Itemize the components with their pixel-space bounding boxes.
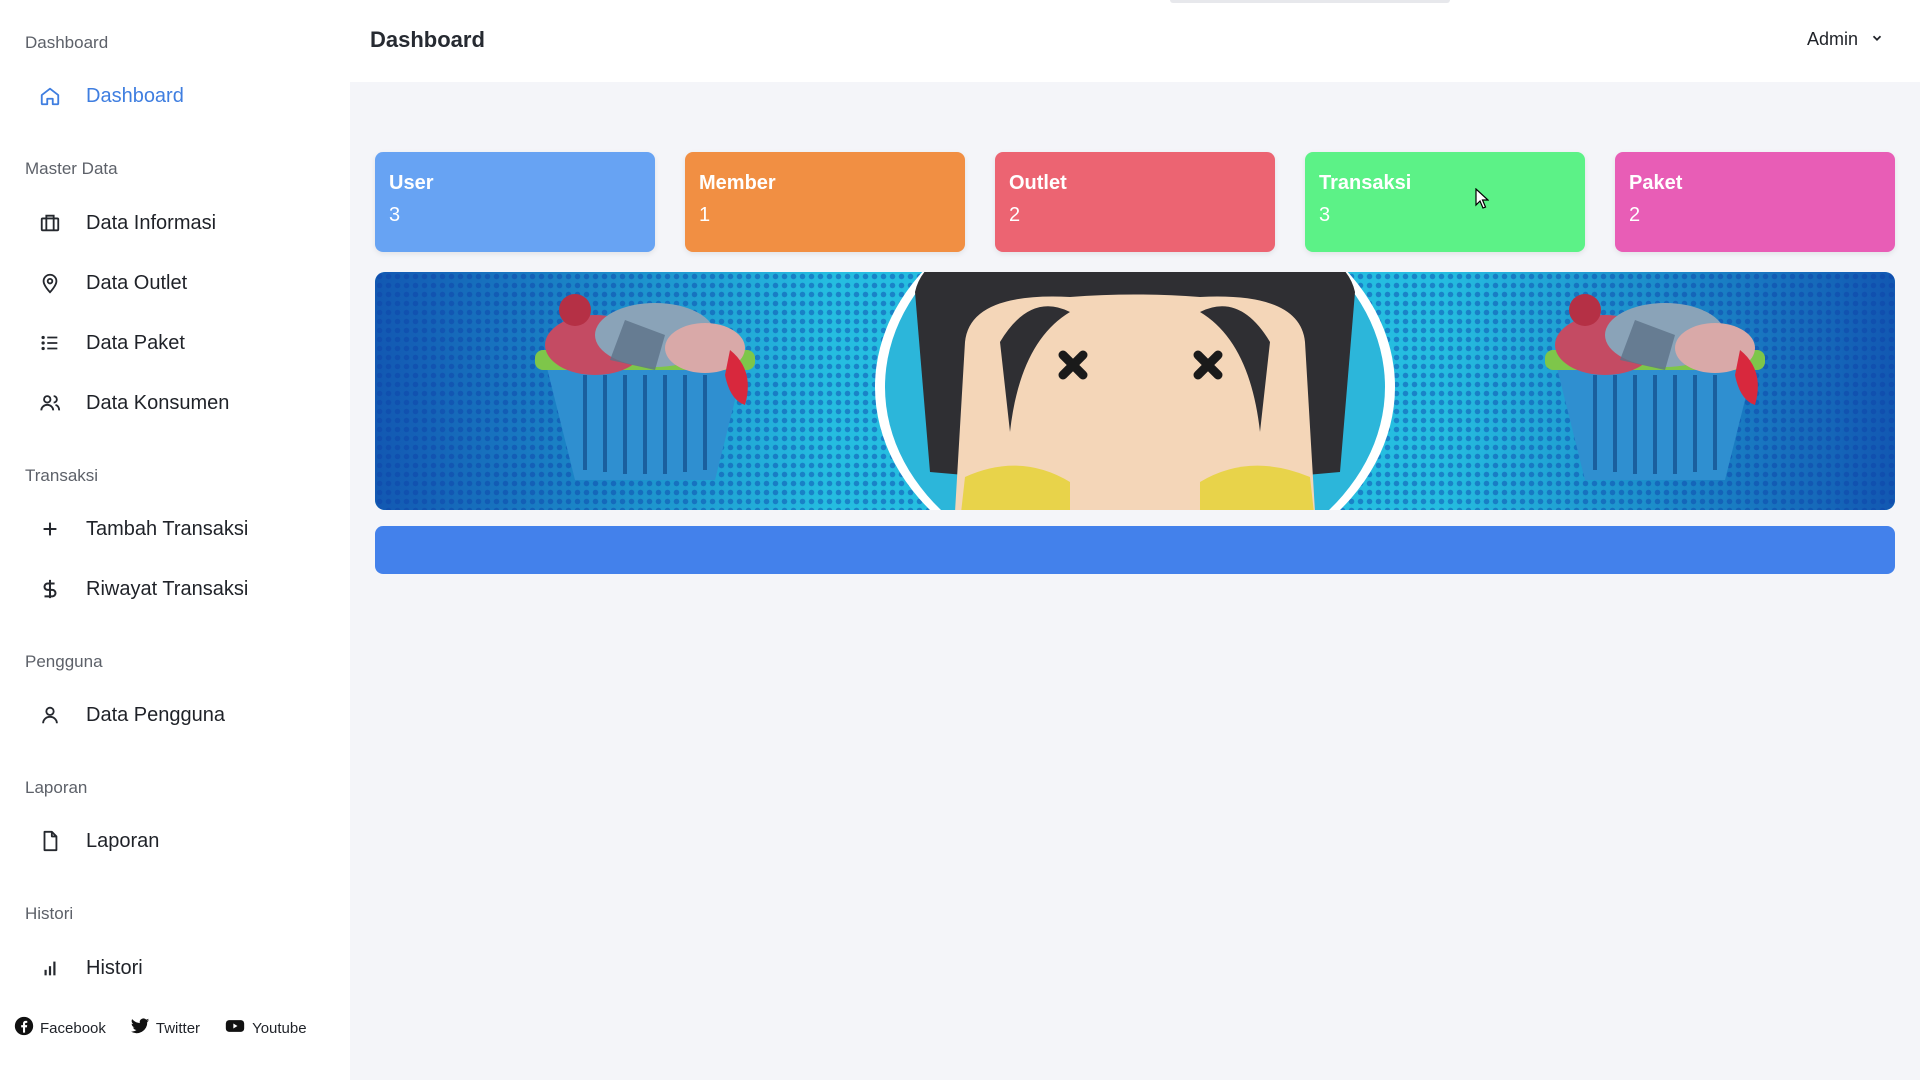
stat-card-user[interactable]: User 3 <box>375 152 655 252</box>
sidebar-item-data-konsumen[interactable]: Data Konsumen <box>24 381 324 425</box>
cartoon-girl-image <box>875 272 1395 510</box>
sidebar-item-dashboard[interactable]: Dashboard <box>24 74 324 118</box>
sidebar-item-data-informasi[interactable]: Data Informasi <box>24 201 324 245</box>
sidebar-item-data-pengguna[interactable]: Data Pengguna <box>24 693 324 737</box>
page-title: Dashboard <box>370 27 485 52</box>
twitter-icon <box>130 1016 150 1040</box>
twitter-link[interactable]: Twitter <box>130 1016 200 1040</box>
sidebar-item-label: Data Konsumen <box>86 391 230 414</box>
facebook-icon <box>14 1016 34 1040</box>
card-value: 3 <box>389 204 401 226</box>
card-title: Outlet <box>1009 172 1067 194</box>
social-links: Facebook Twitter Youtube <box>14 1016 307 1040</box>
section-title-pengguna: Pengguna <box>25 652 103 671</box>
facebook-label: Facebook <box>40 1019 106 1037</box>
card-value: 2 <box>1629 204 1641 226</box>
sidebar-item-tambah-transaksi[interactable]: Tambah Transaksi <box>24 507 324 551</box>
app: Dashboard Dashboard Master Data Data Inf… <box>0 0 1920 1080</box>
laundry-basket-image-right <box>1545 294 1765 480</box>
youtube-label: Youtube <box>252 1019 307 1037</box>
user-icon <box>24 693 76 737</box>
stat-card-outlet[interactable]: Outlet 2 <box>995 152 1275 252</box>
section-title-master-data: Master Data <box>25 159 118 178</box>
mouse-cursor-icon <box>1475 188 1489 209</box>
section-title-laporan: Laporan <box>25 778 88 797</box>
section-title-histori: Histori <box>25 904 74 923</box>
user-name: Admin <box>1806 29 1858 49</box>
twitter-label: Twitter <box>155 1019 201 1037</box>
sidebar-item-label: Data Outlet <box>86 271 188 294</box>
section-title-dashboard: Dashboard <box>25 33 109 52</box>
facebook-link[interactable]: Facebook <box>14 1016 106 1040</box>
youtube-icon <box>224 1016 246 1040</box>
chevron-down-icon <box>1870 29 1884 50</box>
card-value: 1 <box>699 204 711 226</box>
file-icon <box>24 819 76 863</box>
laundry-basket-image-left <box>535 294 755 480</box>
sidebar-item-histori[interactable]: Histori <box>24 946 324 990</box>
sidebar-item-label: Histori <box>86 956 143 979</box>
sidebar-item-label: Tambah Transaksi <box>86 517 249 540</box>
users-icon <box>24 381 76 425</box>
card-title: Member <box>699 172 776 194</box>
sidebar: Dashboard Dashboard Master Data Data Inf… <box>0 0 350 1080</box>
card-value: 3 <box>1319 204 1331 226</box>
bar-chart-icon <box>24 946 76 990</box>
sidebar-item-label: Data Informasi <box>86 211 217 234</box>
top-header: Dashboard Admin <box>350 0 1920 82</box>
card-title: Paket <box>1629 172 1683 194</box>
youtube-link[interactable]: Youtube <box>224 1016 307 1040</box>
sidebar-item-label: Laporan <box>86 829 160 852</box>
stat-card-transaksi[interactable]: Transaksi 3 <box>1305 152 1585 252</box>
info-bar <box>375 526 1895 574</box>
stat-card-member[interactable]: Member 1 <box>685 152 965 252</box>
briefcase-icon <box>24 201 76 245</box>
location-pin-icon <box>24 261 76 305</box>
card-value: 2 <box>1009 204 1021 226</box>
plus-icon <box>24 507 76 551</box>
sidebar-item-laporan[interactable]: Laporan <box>24 819 324 863</box>
top-indicator <box>1170 0 1450 3</box>
list-icon <box>24 321 76 365</box>
laundry-banner <box>375 272 1895 510</box>
user-menu[interactable]: Admin <box>1807 29 1884 50</box>
sidebar-item-label: Data Paket <box>86 331 185 354</box>
sidebar-item-data-outlet[interactable]: Data Outlet <box>24 261 324 305</box>
sidebar-item-label: Data Pengguna <box>86 703 226 726</box>
dollar-icon <box>24 567 76 611</box>
section-title-transaksi: Transaksi <box>25 466 99 485</box>
home-icon <box>24 74 76 118</box>
card-title: User <box>389 172 434 194</box>
sidebar-item-label: Riwayat Transaksi <box>86 577 249 600</box>
sidebar-item-label: Dashboard <box>86 84 184 107</box>
card-title: Transaksi <box>1319 172 1412 194</box>
sidebar-item-data-paket[interactable]: Data Paket <box>24 321 324 365</box>
sidebar-item-riwayat-transaksi[interactable]: Riwayat Transaksi <box>24 567 324 611</box>
stat-card-paket[interactable]: Paket 2 <box>1615 152 1895 252</box>
